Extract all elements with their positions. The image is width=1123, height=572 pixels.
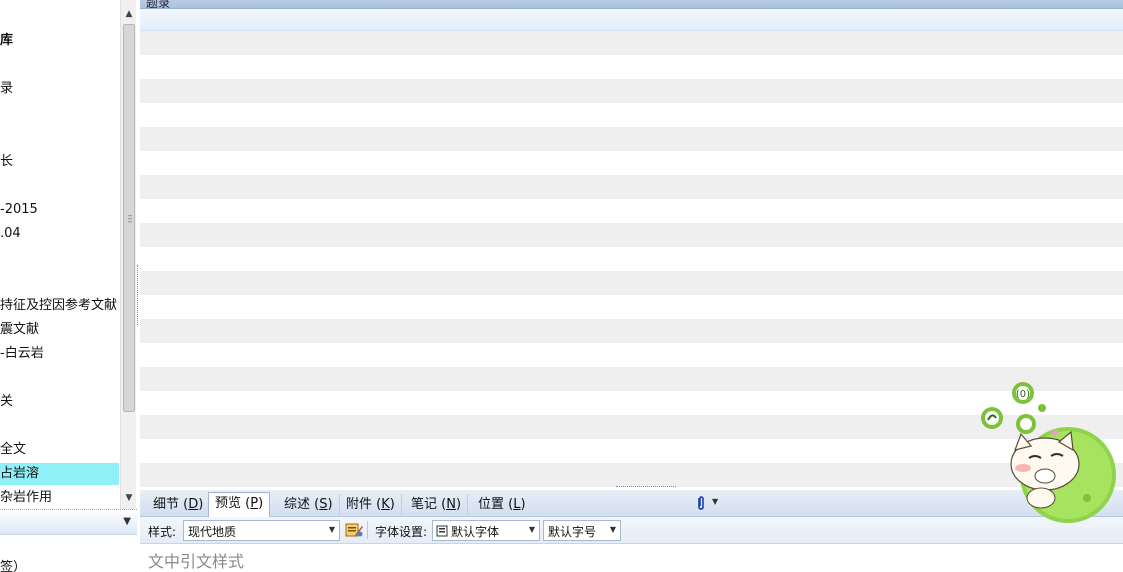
svg-text:(0): (0) [1016, 389, 1030, 400]
tab-label-end: ) [455, 497, 462, 512]
tree-item[interactable]: 关 [0, 391, 119, 413]
tree-item[interactable]: .04 [0, 223, 119, 245]
app-window: 库 录 长 -2015 .04 持征及控因参考文献 震文献 -白云岩 关 全文 … [0, 0, 1123, 572]
left-panel: 库 录 长 -2015 .04 持征及控因参考文献 震文献 -白云岩 关 全文 … [0, 0, 137, 572]
tree-item-selected[interactable]: 占岩溶 [0, 463, 119, 485]
left-lower-header: ▼ [0, 513, 137, 535]
font-size-select-value: 默认字号 [548, 525, 597, 539]
tab-hotkey: K [381, 497, 390, 512]
group-tree: 库 录 长 -2015 .04 持征及控因参考文献 震文献 -白云岩 关 全文 … [0, 0, 120, 509]
tree-item[interactable]: 震文献 [0, 319, 119, 341]
tab-label-end: ) [198, 497, 204, 512]
table-row[interactable] [140, 151, 1123, 175]
table-row[interactable] [140, 127, 1123, 151]
tree-item[interactable]: 长 [0, 151, 119, 173]
tree-scrollbar[interactable]: ▲ – – – ▼ [120, 0, 136, 509]
chevron-down-icon: ▼ [528, 525, 535, 534]
tab-details[interactable]: 细节 (D) [147, 494, 211, 517]
tab-label: 位置 ( [478, 497, 514, 512]
chevron-down-icon[interactable]: ▼ [123, 516, 131, 527]
tab-summary[interactable]: 综述 (S) [278, 494, 340, 517]
tab-label: 附件 ( [346, 497, 382, 512]
tree-item[interactable]: 持征及控因参考文献 [0, 295, 119, 317]
table-row[interactable] [140, 199, 1123, 223]
tab-hotkey: N [446, 497, 456, 512]
tab-label-end: ) [389, 497, 395, 512]
tree-item[interactable]: -2015 [0, 199, 119, 221]
font-settings-label: 字体设置: [375, 525, 428, 539]
table-row[interactable] [140, 79, 1123, 103]
style-select-value: 现代地质 [188, 525, 237, 539]
table-row[interactable] [140, 343, 1123, 367]
font-icon [436, 525, 448, 537]
toolbar-separator [367, 521, 368, 539]
chevron-down-icon: ▼ [609, 525, 616, 534]
tab-label: 笔记 ( [411, 497, 447, 512]
scroll-thumb[interactable]: – – – [123, 24, 135, 412]
preview-subtext: … [148, 568, 158, 572]
tree-item[interactable]: -白云岩 [0, 343, 119, 365]
tab-hotkey: D [188, 497, 199, 512]
table-row[interactable] [140, 175, 1123, 199]
table-row[interactable] [140, 31, 1123, 55]
table-row[interactable] [140, 271, 1123, 295]
tree-item[interactable]: 全文 [0, 439, 119, 461]
left-bottom-label: 签） [0, 560, 27, 572]
tab-label: 预览 ( [215, 496, 251, 511]
tree-item[interactable]: 录 [0, 78, 119, 100]
grip-icon: – – – [127, 211, 133, 227]
tab-location[interactable]: 位置 (L) [472, 494, 532, 517]
scroll-up-icon[interactable]: ▲ [121, 6, 137, 22]
chevron-down-icon: ▼ [328, 525, 335, 534]
font-select[interactable]: 默认字体 ▼ [432, 520, 540, 541]
tab-label: 细节 ( [153, 497, 189, 512]
column-header-title: 题录 [146, 0, 171, 9]
tab-notes[interactable]: 笔记 (N) [405, 494, 469, 517]
paperclip-icon[interactable] [695, 495, 707, 511]
scroll-down-icon[interactable]: ▼ [121, 490, 137, 506]
table-row[interactable] [140, 247, 1123, 271]
style-label: 样式: [148, 525, 177, 539]
tab-hotkey: P [250, 496, 259, 511]
preview-placeholder: 文中引文样式 [148, 552, 245, 571]
tab-label-end: ) [520, 497, 526, 512]
font-select-value: 默认字体 [451, 525, 500, 539]
table-row[interactable] [140, 295, 1123, 319]
preview-pane[interactable]: 文中引文样式 … [140, 544, 1123, 572]
list-subheader [140, 9, 1123, 31]
table-row[interactable] [140, 103, 1123, 127]
tab-preview[interactable]: 预览 (P) [208, 492, 271, 517]
table-row[interactable] [140, 319, 1123, 343]
style-select[interactable]: 现代地质 ▼ [183, 520, 340, 541]
column-header[interactable]: 题录 [140, 0, 1123, 9]
font-size-select[interactable]: 默认字号 ▼ [543, 520, 621, 541]
table-row[interactable] [140, 55, 1123, 79]
tab-attachments[interactable]: 附件 (K) [340, 494, 402, 517]
tab-label: 综述 ( [284, 497, 320, 512]
table-row[interactable] [140, 223, 1123, 247]
tab-label-end: ) [258, 496, 264, 511]
mascot-sticker-icon: (0) [981, 382, 1116, 523]
tree-item[interactable]: 库 [0, 30, 119, 52]
style-editor-icon[interactable] [344, 521, 364, 539]
paperclip-dropdown-icon[interactable]: ▼ [712, 497, 718, 506]
tree-item[interactable]: 杂岩作用 [0, 487, 119, 509]
tab-label-end: ) [327, 497, 333, 512]
